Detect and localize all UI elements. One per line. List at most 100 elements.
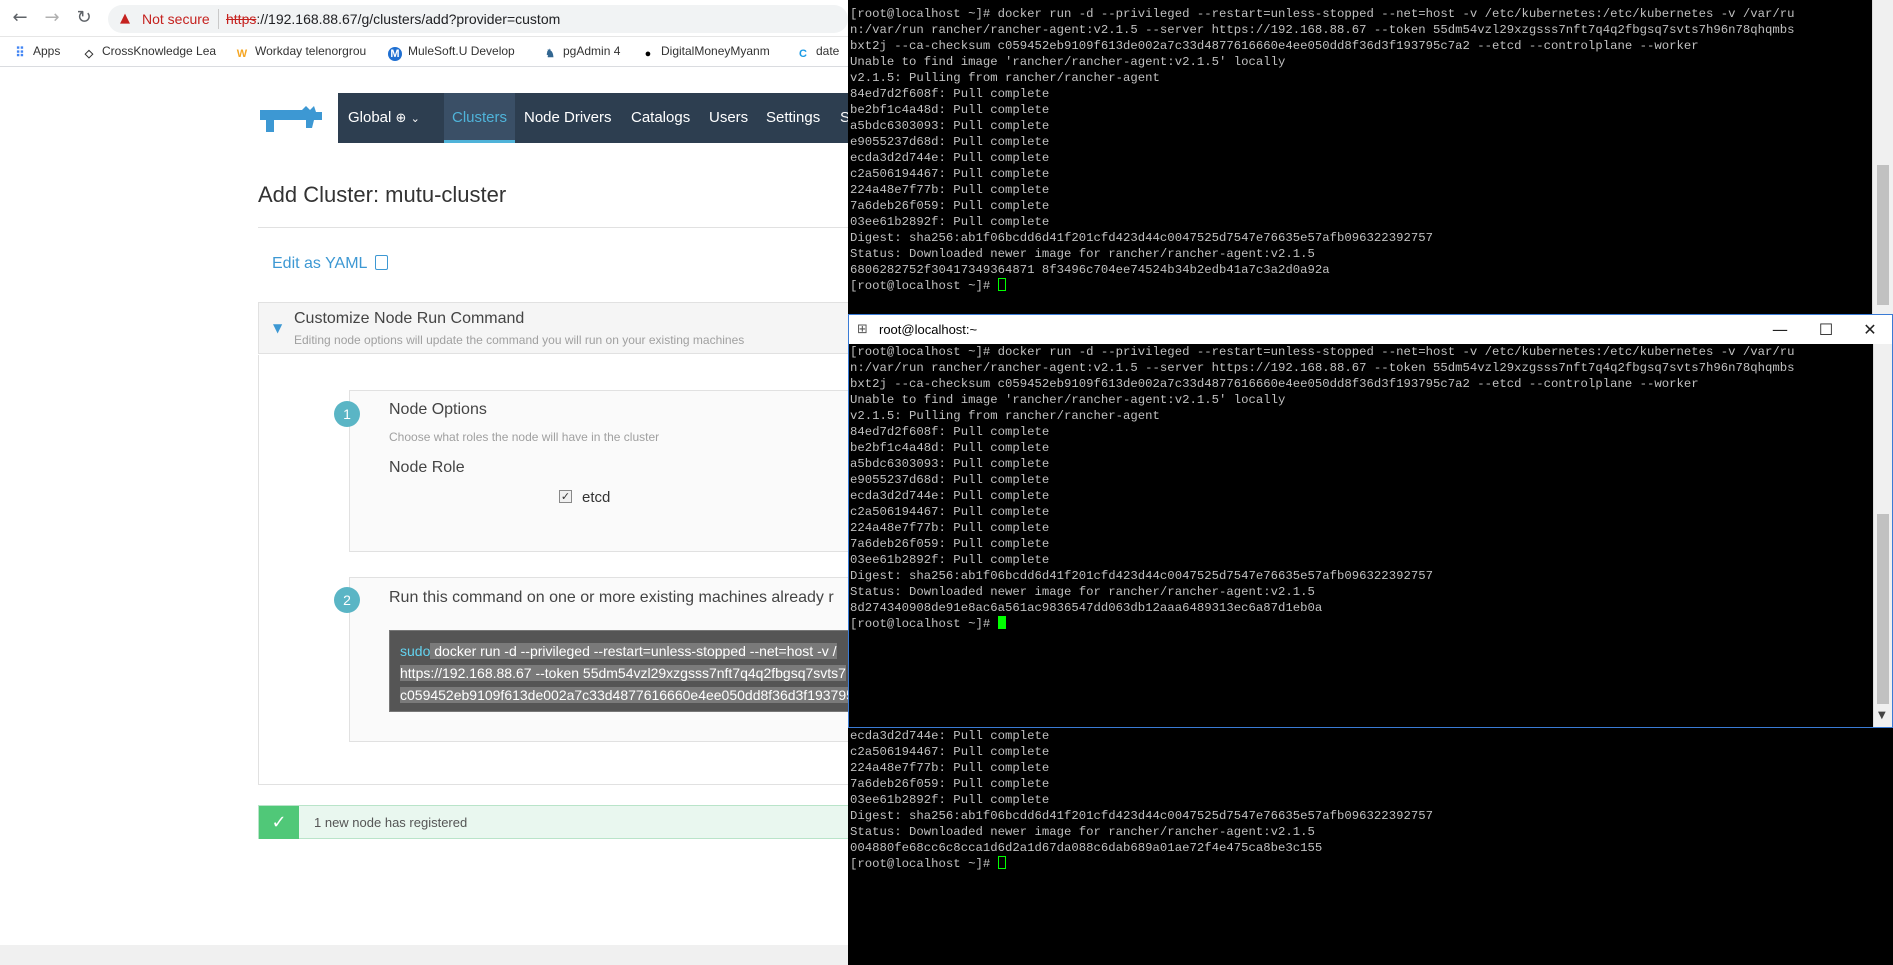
warning-icon: ▲	[120, 11, 130, 26]
terminal-top-scroll-thumb[interactable]	[1877, 165, 1889, 305]
terminal-line: 84ed7d2f608f: Pull complete	[850, 87, 1050, 101]
etcd-checkbox[interactable]: ✓	[559, 490, 572, 503]
command-line-3: c059452eb9109f613de002a7c33d4877616660e4…	[400, 687, 849, 703]
node-options-subtitle: Choose what roles the node will have in …	[389, 430, 660, 444]
putty-icon: ⊞	[857, 322, 868, 337]
terminal-line: Status: Downloaded newer image for ranch…	[850, 247, 1315, 261]
screen: ← → ↻ ▲ Not secure https://192.168.88.67…	[0, 0, 1893, 965]
divider	[258, 227, 850, 228]
command-line-1: docker run -d --privileged --restart=unl…	[430, 643, 837, 659]
etcd-label: etcd	[582, 489, 611, 506]
nav-catalogs[interactable]: Catalogs	[631, 93, 690, 143]
nav-clusters[interactable]: Clusters	[444, 93, 516, 143]
url-text[interactable]: https://192.168.88.67/g/clusters/add?pro…	[226, 11, 560, 27]
terminal-line: ecda3d2d744e: Pull complete	[850, 151, 1050, 165]
command-box[interactable]: sudo docker run -d --privileged --restar…	[389, 630, 850, 712]
bookmark-label: Apps	[33, 44, 61, 58]
globe-icon: ⊕	[395, 111, 407, 126]
url-separator	[218, 9, 219, 29]
terminal-line: 7a6deb26f059: Pull complete	[850, 199, 1050, 213]
maximize-button[interactable]: ☐	[1803, 315, 1849, 345]
back-icon[interactable]: ←	[10, 8, 30, 28]
terminal-line: 004880fe68cc6c8cca1d6d2a1d67da088c6dab68…	[850, 841, 1323, 855]
step-2-badge: 2	[334, 587, 360, 613]
url-path: ://192.168.88.67/g/clusters/add?provider…	[256, 11, 561, 27]
bookmark-mulesoft[interactable]: M MuleSoft.U Develop	[388, 44, 528, 61]
terminal-line: Unable to find image 'rancher/rancher-ag…	[850, 55, 1286, 69]
node-options-title: Node Options	[389, 401, 487, 418]
terminal-line: Status: Downloaded newer image for ranch…	[850, 825, 1315, 839]
minimize-button[interactable]: —	[1757, 315, 1803, 345]
bookmark-label: DigitalMoneyMyanm	[661, 44, 770, 58]
bookmark-label: pgAdmin 4	[563, 44, 621, 58]
terminal-line: [root@localhost ~]#	[850, 278, 1872, 294]
bookmark-digitalmoney[interactable]: ● DigitalMoneyMyanm	[641, 44, 781, 61]
edit-as-yaml-link[interactable]: Edit as YAML	[272, 255, 389, 273]
bookmark-crossknowledge[interactable]: ◇ CrossKnowledge Lea	[82, 44, 217, 61]
bookmark-pgadmin[interactable]: ♞ pgAdmin 4	[543, 44, 633, 61]
bookmark-workday[interactable]: W Workday telenorgrou	[235, 44, 370, 61]
terminal-line: [root@localhost ~]#	[850, 856, 1893, 872]
terminal-line: 03ee61b2892f: Pull complete	[850, 215, 1050, 229]
bookmark-apps[interactable]: ⠿ Apps	[13, 44, 60, 60]
bookmarks-bar: ⠿ Apps ◇ CrossKnowledge Lea W Workday telen…	[0, 37, 850, 67]
terminal-line: 7a6deb26f059: Pull complete	[850, 777, 1050, 791]
terminal-line: ecda3d2d744e: Pull complete	[850, 729, 1050, 743]
run-command-title: Run this command on one or more existing…	[389, 589, 834, 606]
registered-text: 1 new node has registered	[314, 815, 468, 830]
customize-node-run-command-header[interactable]: ▼ Customize Node Run Command Editing nod…	[258, 302, 850, 354]
window-title: root@localhost:~	[879, 322, 978, 337]
command-line-2: https://192.168.88.67 --token 55dm54vzl2…	[400, 665, 846, 681]
terminal-line: 224a48e7f77b: Pull complete	[850, 183, 1050, 197]
apps-grid-icon: ⠿	[15, 45, 25, 60]
pgadmin-elephant-icon: ♞	[545, 48, 555, 60]
terminal-line: v2.1.5: Pulling from rancher/rancher-age…	[850, 71, 1160, 85]
step-1-badge: 1	[334, 401, 360, 427]
terminal-window-titlebar[interactable]: ⊞ root@localhost:~ — ☐ ✕	[848, 314, 1893, 344]
github-icon: ●	[644, 48, 652, 60]
sudo-text: sudo	[400, 643, 431, 659]
crossknowledge-icon: ◇	[84, 48, 94, 60]
terminal-top-scrollbar[interactable]	[1872, 0, 1893, 314]
address-bar[interactable]: ▲ Not secure https://192.168.88.67/g/clu…	[108, 5, 848, 33]
node-registered-banner: ✓ 1 new node has registered	[258, 805, 850, 839]
bookmark-label: MuleSoft.U Develop	[408, 44, 515, 58]
terminal-line: 6806282752f30417349364871 8f3496c704ee74…	[850, 263, 1330, 277]
bookmark-date[interactable]: Cdate	[796, 44, 850, 61]
nav-users[interactable]: Users	[709, 93, 748, 143]
page-title: Add Cluster: mutu-cluster	[258, 182, 507, 207]
terminal-cursor	[997, 278, 1006, 291]
date-bookmark-icon: C	[799, 48, 807, 60]
rancher-logo-icon[interactable]	[258, 102, 326, 134]
forward-icon[interactable]: →	[42, 8, 62, 28]
reload-icon[interactable]: ↻	[74, 8, 94, 28]
nav-settings[interactable]: Settings	[766, 93, 820, 143]
bottom-strip	[0, 945, 850, 965]
url-scheme: https	[226, 11, 257, 27]
panel-title: Customize Node Run Command	[294, 310, 525, 327]
terminal-line: 224a48e7f77b: Pull complete	[850, 761, 1050, 775]
close-button[interactable]: ✕	[1847, 315, 1893, 345]
terminal-line: be2bf1c4a48d: Pull complete	[850, 103, 1050, 117]
terminal-line: n:/var/run rancher/rancher-agent:v2.1.5 …	[850, 23, 1795, 37]
terminal-line: c2a506194467: Pull complete	[850, 745, 1050, 759]
terminal-line: bxt2j --ca-checksum c059452eb9109f613de0…	[850, 39, 1699, 53]
caret-down-icon: ▼	[273, 321, 283, 335]
global-menu[interactable]: Global ⊕ ⌄	[348, 93, 440, 143]
not-secure-label: Not secure	[142, 11, 210, 27]
mulesoft-icon: M	[388, 47, 402, 61]
check-circle-icon: ✓	[259, 806, 299, 839]
nav-node-drivers[interactable]: Node Drivers	[524, 93, 612, 143]
edit-yaml-label: Edit as YAML	[272, 255, 368, 272]
terminal-top[interactable]: [root@localhost ~]# docker run -d --priv…	[848, 0, 1872, 314]
terminal-cursor	[997, 856, 1006, 869]
terminal-line: a5bdc6303093: Pull complete	[850, 119, 1050, 133]
global-label: Global	[348, 109, 392, 126]
workday-icon: W	[236, 48, 248, 60]
terminal-line: [root@localhost ~]# docker run -d --priv…	[850, 7, 1795, 21]
terminal-bottom[interactable]: ecda3d2d744e: Pull complete c2a506194467:…	[848, 728, 1893, 965]
bookmark-label: Workday telenorgrou	[255, 44, 367, 58]
panel-subtitle: Editing node options will update the com…	[294, 333, 745, 347]
terminal-line: Digest: sha256:ab1f06bcdd6d41f201cfd423d…	[850, 809, 1433, 823]
terminal-line: c2a506194467: Pull complete	[850, 167, 1050, 181]
